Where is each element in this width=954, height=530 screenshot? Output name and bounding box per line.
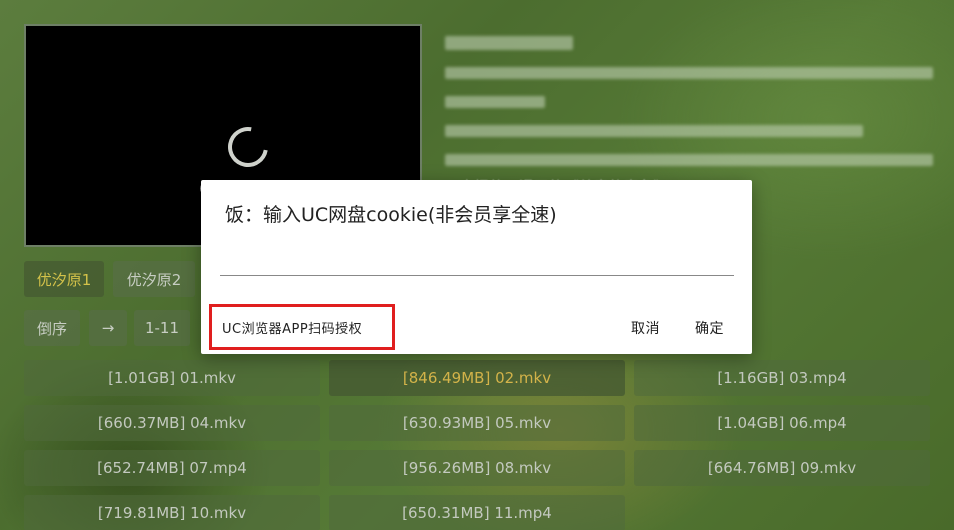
episode-item[interactable]: [1.04GB] 06.mp4 — [634, 405, 930, 441]
episode-item[interactable]: [719.81MB] 10.mkv — [24, 495, 320, 530]
blurred-info-line — [445, 67, 933, 79]
episode-label: [719.81MB] 10.mkv — [97, 504, 247, 522]
blurred-info-line — [445, 154, 933, 166]
source-tab-label: 优汐原2 — [126, 270, 182, 289]
range-label: 1-11 — [144, 319, 180, 337]
cookie-input[interactable] — [220, 232, 734, 276]
source-tab-label: 优汐原1 — [36, 270, 92, 289]
episode-item[interactable]: [660.37MB] 04.mkv — [24, 405, 320, 441]
episode-label: [1.04GB] 06.mp4 — [717, 414, 847, 432]
episode-label: [1.01GB] 01.mkv — [108, 369, 236, 387]
episode-label: [650.31MB] 11.mp4 — [402, 504, 552, 522]
qr-auth-label: UC浏览器APP扫码授权 — [222, 321, 363, 337]
source-tab-1[interactable]: 优汐原1 — [24, 261, 104, 297]
arrow-glyph: → — [101, 319, 115, 337]
range-button[interactable]: 1-11 — [134, 310, 190, 346]
confirm-button[interactable]: 确定 — [695, 318, 724, 338]
cancel-button[interactable]: 取消 — [631, 318, 660, 338]
qr-auth-button[interactable]: UC浏览器APP扫码授权 — [209, 304, 395, 350]
episode-item[interactable]: [1.01GB] 01.mkv — [24, 360, 320, 396]
episode-label: [1.16GB] 03.mp4 — [717, 369, 847, 387]
episode-item[interactable]: [650.31MB] 11.mp4 — [329, 495, 625, 530]
reverse-order-button[interactable]: 倒序 — [24, 310, 80, 346]
loading-spinner-icon — [220, 119, 276, 175]
episode-label: [846.49MB] 02.mkv — [402, 369, 552, 387]
episode-item[interactable]: [664.76MB] 09.mkv — [634, 450, 930, 486]
reverse-order-label: 倒序 — [36, 319, 67, 338]
episode-item[interactable]: [956.26MB] 08.mkv — [329, 450, 625, 486]
dialog-title: 饭：输入UC网盘cookie(非会员享全速) — [225, 204, 557, 226]
arrow-right-icon[interactable]: → — [89, 310, 127, 346]
episode-label: [652.74MB] 07.mp4 — [97, 459, 247, 477]
episode-item[interactable]: [630.93MB] 05.mkv — [329, 405, 625, 441]
episode-label: [956.26MB] 08.mkv — [402, 459, 552, 477]
episode-item[interactable]: [1.16GB] 03.mp4 — [634, 360, 930, 396]
blurred-info-line — [445, 125, 863, 137]
blurred-info-line — [445, 96, 545, 108]
episode-label: [660.37MB] 04.mkv — [97, 414, 247, 432]
episode-item[interactable]: [846.49MB] 02.mkv — [329, 360, 625, 396]
blurred-title — [445, 36, 573, 50]
source-tab-2[interactable]: 优汐原2 — [113, 261, 195, 297]
episode-label: [664.76MB] 09.mkv — [707, 459, 857, 477]
episode-label: [630.93MB] 05.mkv — [402, 414, 552, 432]
episode-item[interactable]: [652.74MB] 07.mp4 — [24, 450, 320, 486]
cookie-dialog: 饭：输入UC网盘cookie(非会员享全速) UC浏览器APP扫码授权 取消 确… — [201, 180, 752, 354]
